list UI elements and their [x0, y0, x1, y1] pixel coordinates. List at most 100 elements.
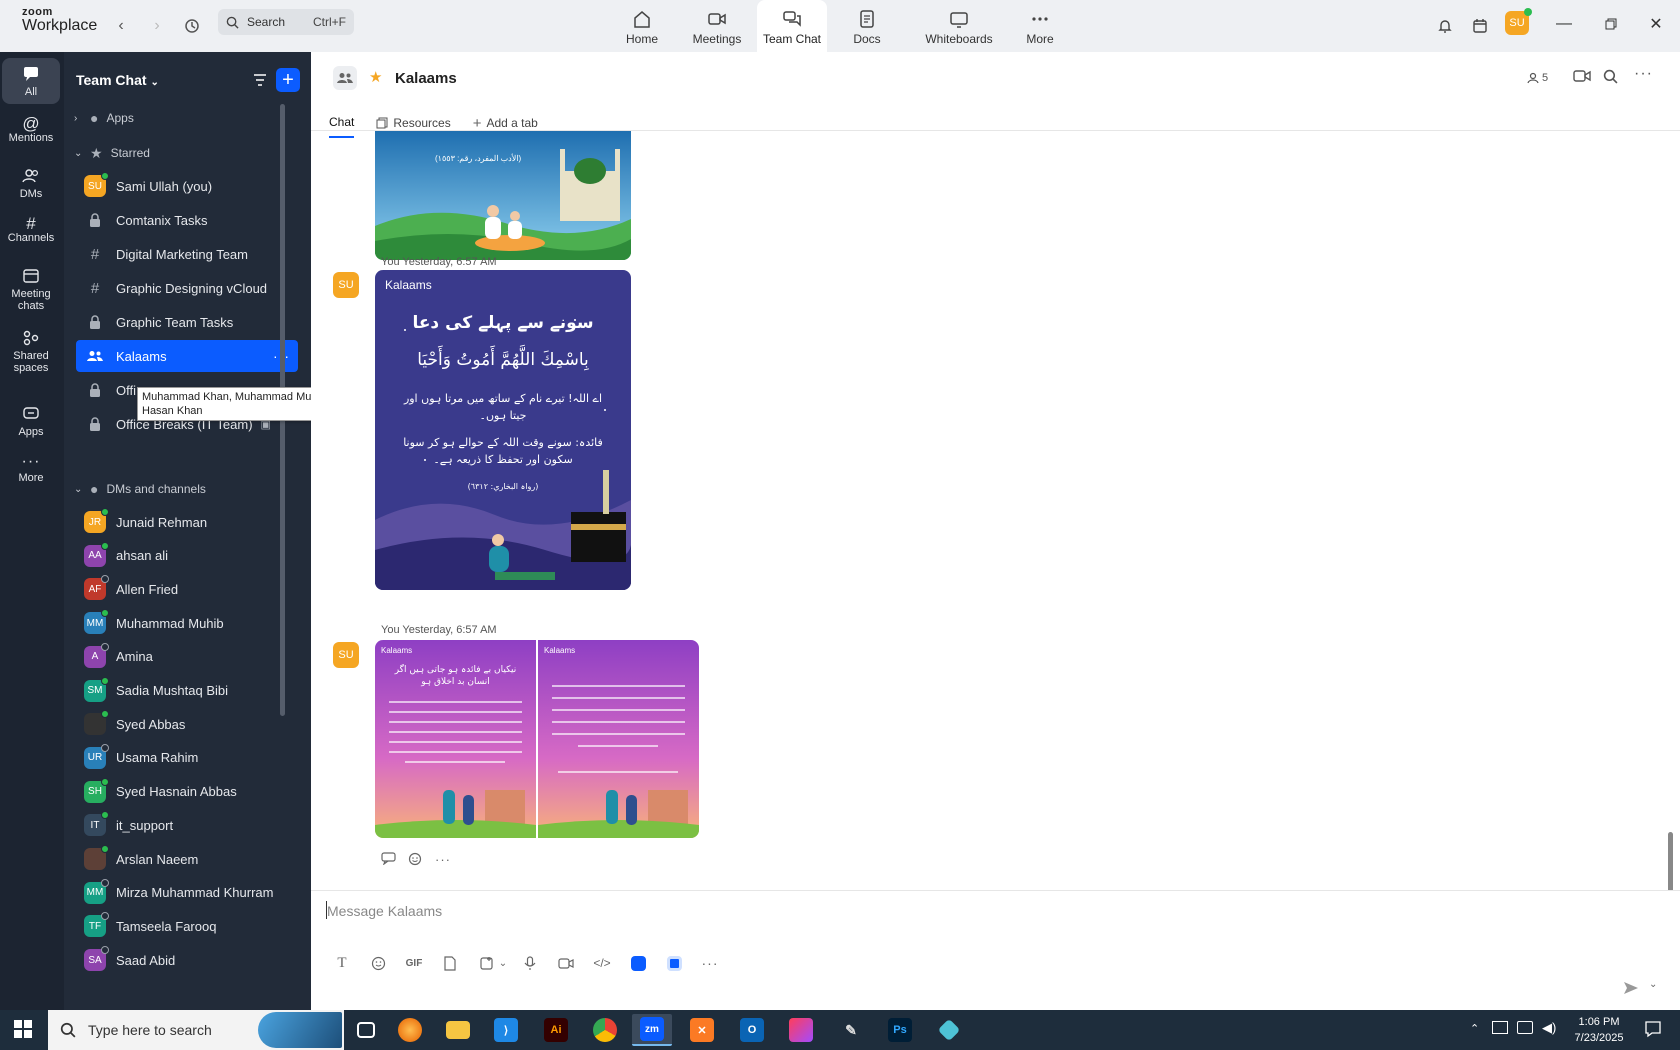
sidebar-item-kalaams[interactable]: Kalaams ···: [76, 340, 298, 372]
sidebar-item-comtanix-tasks[interactable]: Comtanix Tasks: [76, 204, 298, 236]
sidebar-item-dm[interactable]: UR Usama Rahim: [76, 742, 298, 774]
app-integration-icon[interactable]: [623, 953, 653, 973]
section-apps[interactable]: › ● Apps: [74, 107, 134, 129]
chevron-down-icon[interactable]: ⌄: [497, 953, 509, 973]
vscode-icon[interactable]: ⟩: [486, 1014, 526, 1046]
video-message-icon[interactable]: [551, 953, 581, 973]
sidebar-item-graphic-team-tasks[interactable]: Graphic Team Tasks: [76, 306, 298, 338]
sidebar-item-dm[interactable]: SA Saad Abid: [76, 944, 298, 976]
code-icon[interactable]: </>: [587, 953, 617, 973]
sidebar-item-graphic-designing-vcloud[interactable]: # Graphic Designing vCloud: [76, 272, 298, 304]
sidebar-item-dm[interactable]: TF Tamseela Farooq: [76, 910, 298, 942]
avatar[interactable]: SU: [333, 642, 359, 668]
rail-meeting-chats[interactable]: Meeting chats: [2, 262, 60, 318]
avatar[interactable]: SU: [333, 272, 359, 298]
taskbar-search-input[interactable]: Type here to search: [48, 1010, 344, 1050]
search-input[interactable]: Search Ctrl+F: [218, 9, 354, 35]
sidebar-item-digital-marketing-team[interactable]: # Digital Marketing Team: [76, 238, 298, 270]
more-options-icon[interactable]: ···: [695, 953, 725, 973]
windows-start-icon[interactable]: [14, 1020, 32, 1043]
microphone-icon[interactable]: [515, 953, 545, 973]
gif-icon[interactable]: GIF: [399, 953, 429, 973]
zoom-taskbar-icon[interactable]: zm: [632, 1014, 672, 1046]
volume-icon[interactable]: ◀): [1542, 1020, 1556, 1036]
image-attachment[interactable]: Kalaams سونے سے پہلے کی دعا بِاسْمِكَ ال…: [375, 270, 631, 590]
tab-docs[interactable]: Docs: [832, 0, 902, 52]
close-icon[interactable]: ✕: [1642, 12, 1670, 36]
rail-apps[interactable]: Apps: [2, 400, 60, 446]
chrome-icon[interactable]: [585, 1014, 625, 1046]
chevron-down-icon[interactable]: ⌄: [1649, 979, 1657, 990]
wifi-icon[interactable]: [1517, 1021, 1533, 1034]
sidebar-item-dm[interactable]: MM Muhammad Muhib: [76, 607, 298, 639]
video-icon[interactable]: [1573, 69, 1591, 88]
sidebar-item-dm[interactable]: SM Sadia Mushtaq Bibi: [76, 675, 298, 707]
sidebar-item-dm[interactable]: MM Mirza Muhammad Khurram: [76, 877, 298, 909]
search-icon[interactable]: [1603, 69, 1618, 89]
sidebar-item-dm[interactable]: JR Junaid Rehman: [76, 506, 298, 538]
calendar-icon[interactable]: [1466, 12, 1494, 40]
section-dms-and-channels[interactable]: ⌄ ● DMs and channels: [74, 478, 206, 500]
image-attachment[interactable]: (الأدب المفرد، رقم: ١٥٥٣): [375, 131, 631, 260]
chevron-up-icon[interactable]: ⌃: [1470, 1022, 1479, 1035]
members-count-button[interactable]: 5: [1527, 72, 1548, 84]
pen-tool-icon[interactable]: ✎: [831, 1014, 871, 1046]
creative-cloud-icon[interactable]: [781, 1014, 821, 1046]
message-input[interactable]: Message Kalaams: [327, 903, 442, 919]
emoji-icon[interactable]: [363, 953, 393, 973]
rail-all[interactable]: All: [2, 58, 60, 104]
rail-more[interactable]: ··· More: [2, 452, 60, 498]
rail-mentions[interactable]: @ Mentions: [2, 112, 60, 158]
reply-icon[interactable]: [381, 852, 396, 869]
history-icon[interactable]: [178, 12, 206, 40]
firefox-icon[interactable]: [390, 1014, 430, 1046]
restore-icon[interactable]: [1597, 12, 1625, 36]
network-monitor-icon[interactable]: [1492, 1021, 1508, 1034]
bell-icon[interactable]: [1431, 12, 1459, 40]
taskbar-clock[interactable]: 1:06 PM 7/23/2025: [1564, 1014, 1634, 1046]
rail-channels[interactable]: # Channels: [2, 212, 60, 258]
filter-icon[interactable]: [248, 68, 272, 92]
sidebar-item-dm[interactable]: AA ahsan ali: [76, 540, 298, 572]
sidebar-item-dm[interactable]: A Amina: [76, 641, 298, 673]
minimize-icon[interactable]: —: [1550, 12, 1578, 36]
zoom-app-icon[interactable]: [659, 953, 689, 973]
sidebar-item-sami-ullah[interactable]: SU Sami Ullah (you): [76, 170, 298, 202]
tab-more[interactable]: More: [1005, 0, 1075, 52]
app-diamond-icon[interactable]: [929, 1014, 969, 1046]
rail-dms[interactable]: DMs: [2, 162, 60, 208]
message-composer[interactable]: Message Kalaams T GIF ⌄ </> ··· ⌄: [311, 890, 1680, 1010]
illustrator-icon[interactable]: Ai: [536, 1014, 576, 1046]
more-options-icon[interactable]: ···: [1634, 65, 1653, 83]
star-icon[interactable]: ★: [369, 68, 382, 86]
send-icon[interactable]: [1623, 981, 1639, 998]
notifications-icon[interactable]: [1644, 1020, 1662, 1043]
back-arrow-icon[interactable]: ‹: [107, 12, 135, 40]
xampp-icon[interactable]: ✕: [682, 1014, 722, 1046]
more-options-icon[interactable]: ···: [435, 852, 451, 869]
outlook-icon[interactable]: O: [732, 1014, 772, 1046]
section-starred[interactable]: ⌄ ★ Starred: [74, 142, 150, 164]
tab-meetings[interactable]: Meetings: [682, 0, 752, 52]
image-attachment[interactable]: Kalaams نیکیاں بے فائدہ ہو جاتی ہیں اگر …: [375, 640, 536, 838]
sidebar-title[interactable]: Team Chat ⌄: [76, 72, 159, 88]
image-attachment[interactable]: Kalaams: [538, 640, 699, 838]
file-icon[interactable]: [435, 953, 465, 973]
sidebar-item-dm[interactable]: IT it_support: [76, 809, 298, 841]
new-chat-button[interactable]: +: [276, 68, 300, 92]
sidebar-item-dm[interactable]: AF Allen Fried: [76, 573, 298, 605]
tab-chat[interactable]: Chat: [329, 108, 355, 138]
rail-shared-spaces[interactable]: Shared spaces: [2, 324, 60, 380]
task-view-icon[interactable]: [346, 1014, 386, 1046]
sidebar-item-dm[interactable]: Syed Abbas: [76, 708, 298, 740]
forward-arrow-icon[interactable]: ›: [143, 12, 171, 40]
sidebar-item-dm[interactable]: SH Syed Hasnain Abbas: [76, 776, 298, 808]
sidebar-item-dm[interactable]: Arslan Naeem: [76, 843, 298, 875]
format-text-icon[interactable]: T: [327, 953, 357, 973]
photoshop-icon[interactable]: Ps: [880, 1014, 920, 1046]
file-explorer-icon[interactable]: [438, 1014, 478, 1046]
tab-whiteboards[interactable]: Whiteboards: [919, 0, 999, 52]
tab-team-chat[interactable]: Team Chat: [757, 0, 827, 52]
add-reaction-icon[interactable]: [408, 852, 423, 869]
tab-home[interactable]: Home: [607, 0, 677, 52]
